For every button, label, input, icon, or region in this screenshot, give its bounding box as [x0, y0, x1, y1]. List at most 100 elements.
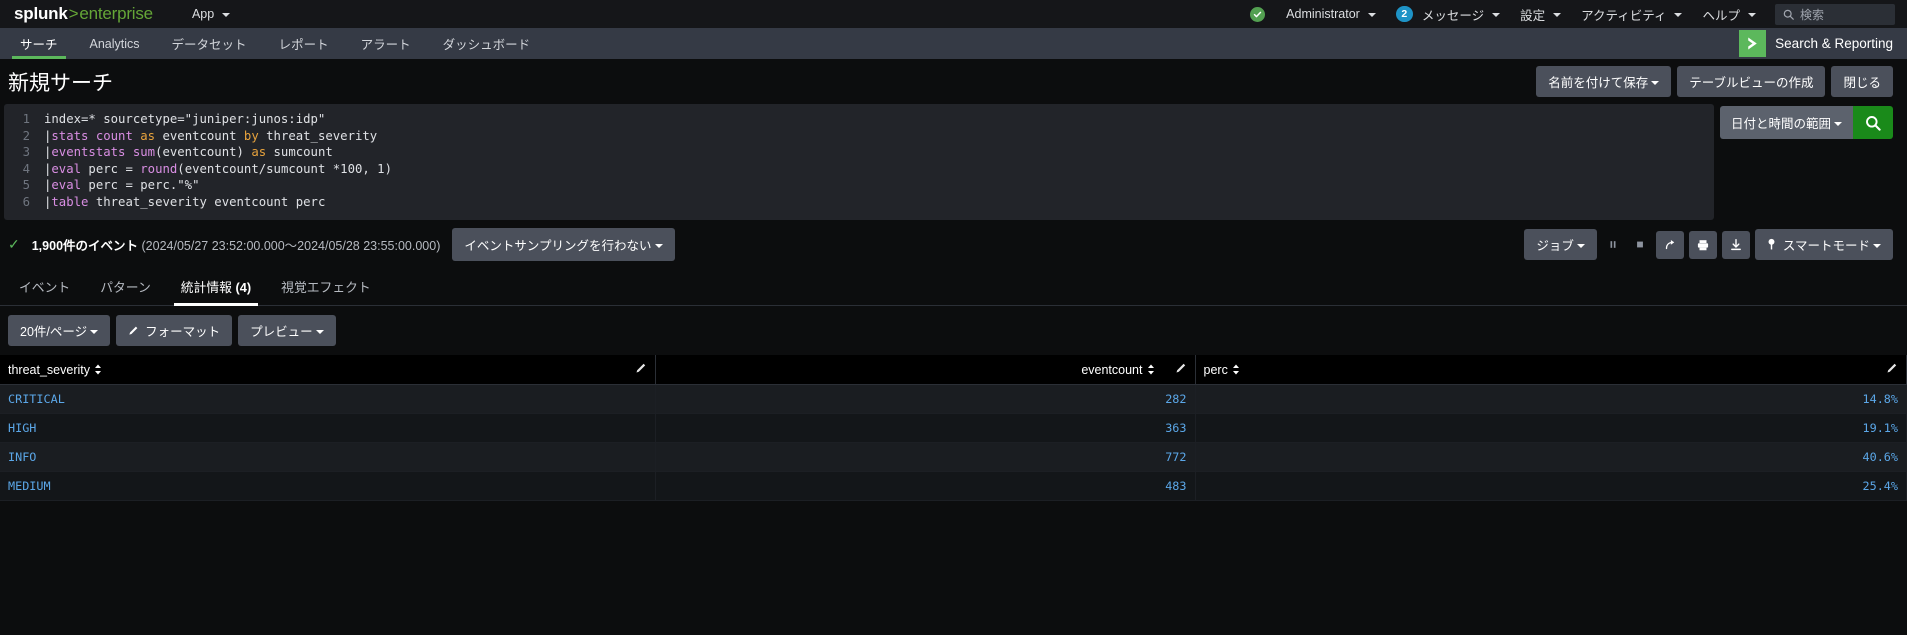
- messages-menu[interactable]: 2 メッセージ: [1387, 1, 1509, 28]
- app-menu-label: App: [191, 7, 215, 21]
- tab-events[interactable]: イベント: [4, 269, 85, 305]
- edit-column-icon[interactable]: [1876, 362, 1898, 377]
- nav-item-reports[interactable]: レポート: [263, 28, 345, 59]
- global-search-placeholder: 検索: [1800, 7, 1825, 22]
- pause-icon: [1610, 241, 1616, 248]
- job-menu-button[interactable]: ジョブ: [1524, 229, 1597, 260]
- date-range-label: 日付と時間の範囲: [1730, 117, 1831, 131]
- user-menu[interactable]: Administrator: [1277, 3, 1385, 25]
- nav-label: アラート: [360, 38, 411, 52]
- activity-menu[interactable]: アクティビティ: [1572, 1, 1691, 28]
- success-check-icon: ✓: [8, 236, 20, 252]
- cell-threat_severity[interactable]: HIGH: [0, 413, 656, 443]
- table-row: CRITICAL 282 14.8%: [0, 384, 1907, 414]
- code-text: index=* sourcetype="juniper:junos:idp": [44, 112, 326, 126]
- code-text: |eventstats sum(eventcount) as sumcount: [44, 145, 333, 159]
- print-button[interactable]: [1688, 230, 1717, 259]
- splunk-logo[interactable]: splunk > enterprise: [14, 4, 153, 24]
- search-icon: [1783, 9, 1794, 20]
- tab-patterns[interactable]: パターン: [85, 269, 166, 305]
- code-text: |eval perc = round(eventcount/sumcount *…: [44, 161, 392, 176]
- table-header-row: threat_severity eventcount perc: [0, 355, 1907, 385]
- chevron-down-icon: [1834, 121, 1842, 126]
- cell-eventcount[interactable]: 772: [655, 442, 1196, 472]
- chevron-down-icon: [90, 329, 99, 334]
- tab-label: パターン: [100, 280, 151, 295]
- save-as-label: 名前を付けて保存: [1548, 76, 1649, 90]
- nav-item-analytics[interactable]: Analytics: [74, 28, 156, 59]
- column-header-eventcount[interactable]: eventcount: [655, 355, 1196, 385]
- column-label: eventcount: [1081, 362, 1143, 377]
- stop-icon: [1636, 241, 1643, 248]
- create-table-view-button[interactable]: テーブルビューの作成: [1677, 66, 1826, 97]
- code-line: 1 index=* sourcetype="juniper:junos:idp": [4, 111, 1714, 128]
- format-label: フォーマット: [145, 325, 221, 339]
- current-app-name: Search & Reporting: [1775, 36, 1893, 51]
- nav-label: データセット: [171, 38, 247, 52]
- nav-item-search[interactable]: サーチ: [4, 28, 74, 59]
- chevron-down-icon: [1748, 13, 1756, 17]
- chevron-down-icon: [315, 329, 324, 334]
- edit-column-icon[interactable]: [1165, 362, 1187, 377]
- cell-threat_severity[interactable]: INFO: [0, 442, 656, 472]
- top-bar-right: Administrator 2 メッセージ 設定 アクティビティ ヘルプ 検索: [1250, 1, 1895, 28]
- help-label: ヘルプ: [1702, 8, 1740, 23]
- settings-label: 設定: [1520, 8, 1546, 23]
- code-line: 3 |eventstats sum(eventcount) as sumcount: [4, 144, 1714, 161]
- nav-item-datasets[interactable]: データセット: [156, 28, 263, 59]
- health-check-icon[interactable]: [1250, 6, 1266, 22]
- date-range-picker[interactable]: 日付と時間の範囲: [1719, 106, 1853, 139]
- code-text: |eval perc = perc."%": [44, 178, 200, 192]
- nav-item-alerts[interactable]: アラート: [345, 28, 427, 59]
- sort-icon[interactable]: [1232, 364, 1240, 378]
- cell-perc[interactable]: 19.1%: [1195, 413, 1907, 443]
- search-mode-button[interactable]: スマートモード: [1754, 229, 1893, 260]
- stop-button[interactable]: [1629, 232, 1651, 258]
- sort-icon[interactable]: [94, 364, 102, 378]
- close-button[interactable]: 閉じる: [1831, 66, 1893, 97]
- cell-threat_severity[interactable]: CRITICAL: [0, 384, 656, 414]
- rows-per-page-button[interactable]: 20件/ページ: [8, 315, 111, 346]
- logo-product: enterprise: [79, 4, 153, 23]
- search-controls: 日付と時間の範囲: [1719, 104, 1893, 139]
- app-nav-bar: サーチ Analytics データセット レポート アラート ダッシュボード S…: [0, 28, 1907, 59]
- help-menu[interactable]: ヘルプ: [1693, 1, 1765, 28]
- event-sampling-button[interactable]: イベントサンプリングを行わない: [452, 228, 675, 261]
- nav-item-dashboards[interactable]: ダッシュボード: [427, 28, 547, 59]
- edit-column-icon[interactable]: [625, 362, 647, 377]
- share-button[interactable]: [1655, 230, 1684, 259]
- time-range-value: (2024/05/27 23:52:00.000〜2024/05/28 23:5…: [141, 239, 441, 253]
- tab-visualization[interactable]: 視覚エフェクト: [266, 269, 386, 305]
- sort-icon[interactable]: [1147, 364, 1155, 378]
- messages-label: メッセージ: [1421, 8, 1485, 23]
- nav-label: サーチ: [20, 38, 58, 52]
- page-actions: 名前を付けて保存 テーブルビューの作成 閉じる: [1536, 66, 1893, 97]
- pencil-icon: [129, 326, 138, 335]
- format-button[interactable]: フォーマット: [116, 315, 233, 346]
- spl-query-editor[interactable]: 1 index=* sourcetype="juniper:junos:idp" 2…: [4, 104, 1714, 220]
- column-header-threat-severity[interactable]: threat_severity: [0, 355, 656, 385]
- pause-button[interactable]: [1602, 232, 1624, 258]
- table-row: INFO 772 40.6%: [0, 442, 1907, 472]
- cell-perc[interactable]: 40.6%: [1195, 442, 1907, 472]
- tab-label: 視覚エフェクト: [281, 280, 371, 295]
- cell-eventcount[interactable]: 483: [655, 471, 1196, 501]
- column-header-perc[interactable]: perc: [1195, 355, 1907, 385]
- download-button[interactable]: [1721, 230, 1750, 259]
- cell-perc[interactable]: 14.8%: [1195, 384, 1907, 414]
- settings-menu[interactable]: 設定: [1511, 1, 1570, 28]
- cell-perc[interactable]: 25.4%: [1195, 471, 1907, 501]
- cell-threat_severity[interactable]: MEDIUM: [0, 471, 656, 501]
- top-bar: splunk > enterprise App Administrator 2 メッ…: [0, 0, 1907, 28]
- chevron-down-icon: [1651, 80, 1660, 85]
- preview-button[interactable]: プレビュー: [238, 315, 336, 346]
- cell-eventcount[interactable]: 282: [655, 384, 1196, 414]
- current-app-badge[interactable]: Search & Reporting: [1739, 28, 1907, 59]
- save-as-button[interactable]: 名前を付けて保存: [1536, 66, 1672, 97]
- app-menu[interactable]: App: [183, 3, 239, 25]
- run-search-button[interactable]: [1853, 106, 1893, 139]
- event-sampling-label: イベントサンプリングを行わない: [464, 239, 652, 253]
- global-search-input[interactable]: 検索: [1775, 3, 1895, 25]
- tab-statistics[interactable]: 統計情報 (4): [166, 269, 266, 306]
- cell-eventcount[interactable]: 363: [655, 413, 1196, 443]
